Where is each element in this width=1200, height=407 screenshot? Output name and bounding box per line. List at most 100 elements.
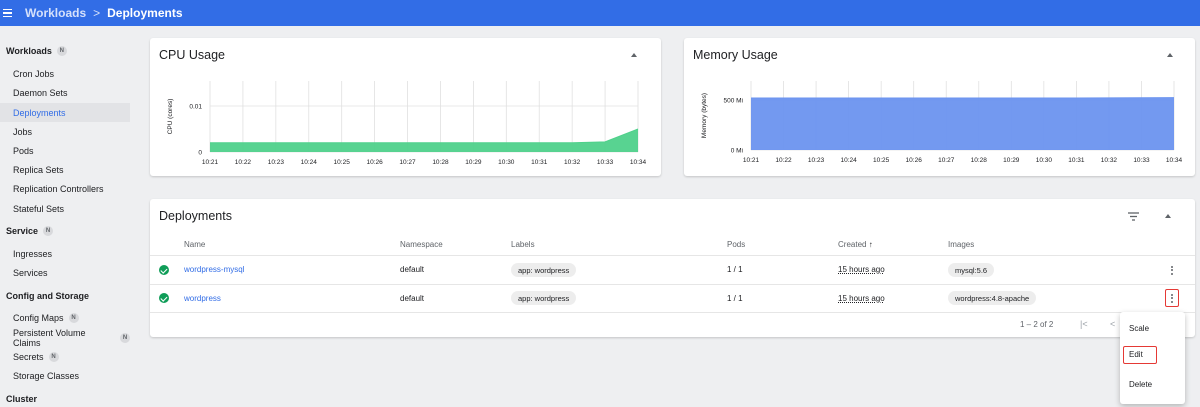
- x-tick-label: 10:33: [1133, 157, 1150, 164]
- image-chip: mysql:5.6: [948, 263, 995, 277]
- created-cell: 15 hours ago: [838, 265, 885, 274]
- x-tick-label: 10:31: [1068, 157, 1085, 164]
- sidebar-item-ingresses[interactable]: Ingresses: [0, 244, 130, 263]
- sidebar-item-label: Jobs: [13, 126, 33, 137]
- sidebar-item-secrets[interactable]: Secrets N: [0, 347, 130, 366]
- column-header-namespace[interactable]: Namespace: [400, 240, 443, 249]
- sidebar-item-storage-classes[interactable]: Storage Classes: [0, 366, 130, 385]
- column-header-pods: Pods: [727, 240, 746, 249]
- x-tick-label: 10:24: [840, 157, 857, 164]
- hamburger-menu-icon[interactable]: [3, 0, 21, 26]
- x-tick-label: 10:33: [597, 159, 614, 166]
- sidebar-item-label: Ingresses: [13, 248, 53, 259]
- memory-usage-card: Memory Usage 10:21 10:22 10:23 10:24 10:25 10…: [684, 38, 1195, 176]
- more-actions-icon[interactable]: [1167, 264, 1177, 276]
- x-tick-label: 10:23: [268, 159, 285, 166]
- x-tick-label: 10:34: [1166, 157, 1183, 164]
- memory-usage-chart: 10:21 10:22 10:23 10:24 10:25 10:26 10:27 10:28…: [701, 81, 1183, 164]
- menu-item-delete[interactable]: Delete: [1129, 380, 1152, 389]
- sidebar-item-label: Secrets: [13, 351, 44, 362]
- sidebar-item-label: Daemon Sets: [13, 87, 68, 98]
- pods-cell: 1 / 1: [727, 265, 743, 274]
- new-badge: N: [48, 351, 59, 362]
- status-ok-icon: [159, 293, 169, 303]
- sidebar-item-config-maps[interactable]: Config Maps N: [0, 308, 130, 327]
- x-tick-label: 10:32: [1101, 157, 1118, 164]
- deployment-name-link[interactable]: wordpress-mysql: [184, 265, 244, 274]
- x-tick-label: 10:29: [465, 159, 482, 166]
- sidebar: Workloads N Cron Jobs Daemon Sets Deploy…: [0, 26, 140, 407]
- x-tick-label: 10:26: [906, 157, 923, 164]
- created-cell: 15 hours ago: [838, 294, 885, 303]
- x-tick-label: 10:29: [1003, 157, 1020, 164]
- x-tick-label: 10:30: [1036, 157, 1053, 164]
- sidebar-item-label: Replica Sets: [13, 164, 64, 175]
- breadcrumb-workloads[interactable]: Workloads: [25, 6, 86, 20]
- sidebar-item-cron-jobs[interactable]: Cron Jobs: [0, 64, 130, 83]
- top-bar: Workloads > Deployments: [0, 0, 1200, 26]
- label-chip: app: wordpress: [511, 263, 577, 277]
- y-tick-label: 0: [198, 150, 202, 157]
- sidebar-item-stateful-sets[interactable]: Stateful Sets: [0, 199, 130, 218]
- collapse-icon[interactable]: [1165, 214, 1171, 218]
- sidebar-section-label: Workloads: [6, 46, 52, 56]
- x-tick-label: 10:22: [775, 157, 792, 164]
- sidebar-item-label: Storage Classes: [13, 370, 80, 381]
- x-tick-label: 10:24: [301, 159, 318, 166]
- namespace-cell: default: [400, 294, 425, 303]
- sidebar-item-label: Config Maps: [13, 312, 64, 323]
- sidebar-item-deployments[interactable]: Deployments: [0, 103, 130, 122]
- x-tick-label: 10:31: [531, 159, 548, 166]
- x-tick-label: 10:27: [938, 157, 955, 164]
- x-tick-label: 10:32: [564, 159, 581, 166]
- sidebar-section-label: Config and Storage: [6, 291, 89, 301]
- filter-icon[interactable]: [1127, 211, 1140, 222]
- menu-item-scale[interactable]: Scale: [1129, 324, 1149, 333]
- x-tick-label: 10:25: [334, 159, 351, 166]
- breadcrumb-separator: >: [93, 6, 101, 20]
- column-header-name[interactable]: Name: [184, 240, 205, 249]
- more-actions-icon[interactable]: [1165, 289, 1179, 307]
- deployment-name-link[interactable]: wordpress: [184, 294, 221, 303]
- sidebar-item-pods[interactable]: Pods: [0, 141, 130, 160]
- sidebar-item-label: Cron Jobs: [13, 68, 55, 79]
- previous-page-icon[interactable]: <: [1110, 319, 1115, 329]
- sidebar-item-replication-controllers[interactable]: Replication Controllers: [0, 179, 130, 198]
- menu-item-edit[interactable]: Edit: [1123, 346, 1157, 364]
- menu-item-edit-label: Edit: [1129, 350, 1143, 359]
- x-tick-label: 10:30: [498, 159, 515, 166]
- x-tick-label: 10:25: [873, 157, 890, 164]
- sidebar-item-jobs[interactable]: Jobs: [0, 122, 130, 141]
- divider: [150, 312, 1195, 313]
- y-axis-label: Memory (bytes): [701, 93, 708, 138]
- series-area: [751, 97, 1174, 150]
- column-header-images: Images: [948, 240, 975, 249]
- sort-arrow-up-icon: ↑: [868, 240, 873, 249]
- new-badge: N: [68, 312, 79, 323]
- sidebar-section-label: Cluster: [6, 394, 38, 404]
- x-tick-label: 10:23: [808, 157, 825, 164]
- pagination-range: 1 – 2 of 2: [1020, 320, 1054, 329]
- sidebar-section-workloads[interactable]: Workloads N: [6, 46, 67, 56]
- x-tick-label: 10:26: [366, 159, 383, 166]
- sidebar-section-config-and-storage[interactable]: Config and Storage: [6, 291, 89, 301]
- divider: [150, 284, 1195, 285]
- x-tick-label: 10:22: [235, 159, 252, 166]
- actions-menu: Scale Edit Delete: [1120, 312, 1185, 404]
- column-header-created[interactable]: Created ↑: [838, 240, 873, 249]
- sidebar-item-persistent-volume-claims[interactable]: Persistent Volume Claims N: [0, 328, 130, 348]
- sidebar-section-cluster[interactable]: Cluster: [6, 394, 37, 404]
- pods-cell: 1 / 1: [727, 294, 743, 303]
- sidebar-item-replica-sets[interactable]: Replica Sets: [0, 160, 130, 179]
- new-badge: N: [43, 226, 54, 236]
- sidebar-item-services[interactable]: Services: [0, 263, 130, 282]
- y-tick-label: 0.01: [189, 104, 202, 111]
- x-tick-label: 10:28: [432, 159, 449, 166]
- sidebar-item-label: Services: [13, 267, 48, 278]
- x-tick-label: 10:27: [399, 159, 416, 166]
- sidebar-item-daemon-sets[interactable]: Daemon Sets: [0, 83, 130, 102]
- sidebar-section-service[interactable]: Service N: [6, 226, 54, 236]
- namespace-cell: default: [400, 265, 425, 274]
- image-chip: wordpress:4.8-apache: [948, 291, 1037, 305]
- first-page-icon[interactable]: |<: [1080, 319, 1088, 329]
